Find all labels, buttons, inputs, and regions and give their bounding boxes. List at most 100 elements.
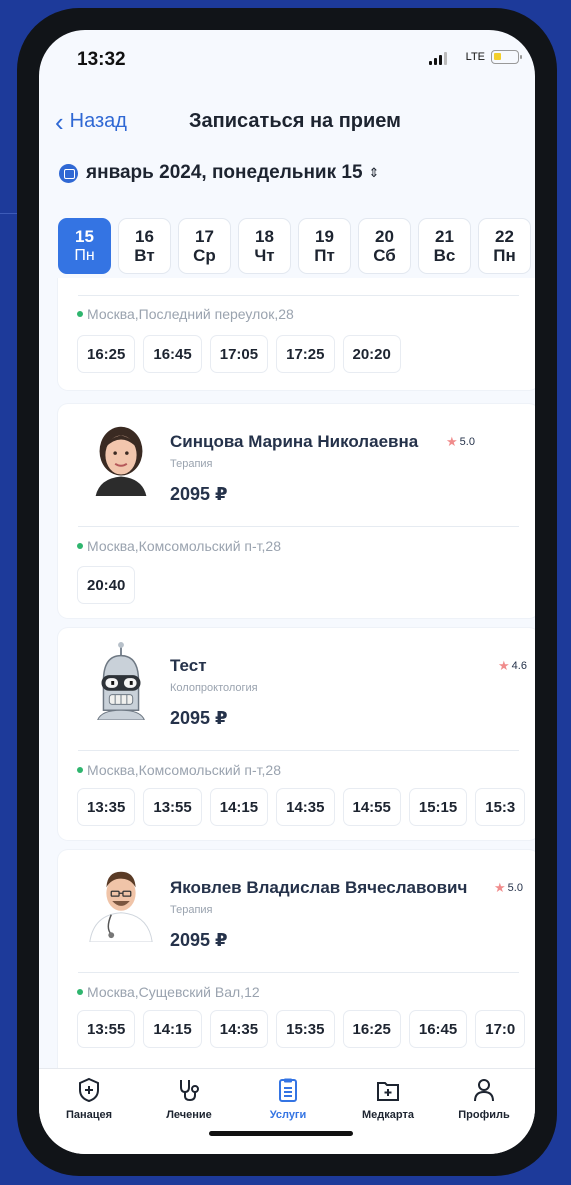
phone-frame: 13:32 LTE ‹ Назад Записаться на прием ян… <box>17 8 557 1176</box>
clinic-address: Москва,Последний переулок,28 <box>77 306 294 322</box>
address-text: Москва,Комсомольский п-т,28 <box>87 538 281 554</box>
home-indicator[interactable] <box>209 1131 353 1136</box>
doctor-avatar <box>97 642 145 720</box>
time-slot-button[interactable]: 17:0 <box>475 1010 526 1048</box>
day-weekday: Пт <box>314 246 335 265</box>
doctor-price: 2095 ₽ <box>170 930 228 950</box>
time-slots: 20:40 <box>77 566 136 604</box>
day-weekday: Сб <box>373 246 396 265</box>
tab-label: Профиль <box>458 1109 510 1121</box>
location-dot-icon <box>77 767 83 773</box>
calendar-icon <box>59 163 78 183</box>
doctor-price: 2095 ₽ <box>170 708 228 728</box>
time-slot-button[interactable]: 16:25 <box>77 335 136 373</box>
day-chip-18[interactable]: 18 Чт <box>238 218 291 274</box>
doctor-specialty: Терапия <box>170 458 213 470</box>
battery-icon <box>491 50 522 64</box>
card-divider <box>78 526 519 527</box>
time-slot-button[interactable]: 20:20 <box>342 335 401 373</box>
doctor-avatar <box>95 426 147 496</box>
day-number: 20 <box>375 227 394 246</box>
time-slot-button[interactable]: 14:35 <box>209 1010 269 1048</box>
time-slot-button[interactable]: 20:40 <box>77 566 136 604</box>
time-slot-button[interactable]: 14:55 <box>342 788 401 826</box>
network-label: LTE <box>465 51 485 63</box>
time-slot-button[interactable]: 17:25 <box>276 335 335 373</box>
day-chip-17[interactable]: 17 Ср <box>178 218 231 274</box>
signal-icon <box>429 52 447 65</box>
day-number: 16 <box>135 227 154 246</box>
day-chip-15[interactable]: 15 Пн <box>58 218 111 274</box>
star-icon: ★ <box>446 434 458 449</box>
app-screen: 13:32 LTE ‹ Назад Записаться на прием ян… <box>39 30 535 1154</box>
tab-panaceya[interactable]: Панацея <box>44 1077 134 1121</box>
chevron-left-icon: ‹ <box>55 106 64 137</box>
day-chip-21[interactable]: 21 Вс <box>418 218 471 274</box>
time-slot-button[interactable]: 16:25 <box>342 1010 401 1048</box>
day-number: 21 <box>435 227 454 246</box>
location-dot-icon <box>77 543 83 549</box>
doctor-card[interactable]: Яковлев Владислав Вячеславович ★ 5.0 Тер… <box>58 850 535 1078</box>
address-text: Москва,Сущевский Вал,12 <box>87 984 260 1000</box>
time-slot-button[interactable]: 13:35 <box>77 788 136 826</box>
doctor-avatar <box>89 871 153 942</box>
doctor-card[interactable]: Синцова Марина Николаевна ★ 5.0 Терапия … <box>58 404 535 618</box>
day-strip: 15 Пн 16 Вт 17 Ср 18 Чт 19 Пт 20 Сб 21 Вс 22 Пн <box>58 218 531 274</box>
time-slot-button[interactable]: 15:3 <box>475 788 526 826</box>
time-slot-button[interactable]: 17:05 <box>209 335 269 373</box>
clipboard-list-icon <box>279 1078 297 1102</box>
doctor-specialty: Колопроктология <box>170 682 258 694</box>
time-slot-button[interactable]: 16:45 <box>408 1010 468 1048</box>
tab-lechenie[interactable]: Лечение <box>144 1077 234 1121</box>
time-slot-button[interactable]: 14:15 <box>209 788 269 826</box>
time-slot-button[interactable]: 13:55 <box>143 788 202 826</box>
doctor-specialty: Терапия <box>170 904 213 916</box>
rating-value: 5.0 <box>507 882 523 894</box>
star-icon: ★ <box>498 658 510 673</box>
date-selector[interactable]: январь 2024, понедельник 15 ⇕ <box>59 162 379 184</box>
address-text: Москва,Последний переулок,28 <box>87 306 294 322</box>
time-slots: 13:35 13:55 14:15 14:35 14:55 15:15 15:3 <box>77 788 526 826</box>
day-chip-20[interactable]: 20 Сб <box>358 218 411 274</box>
location-dot-icon <box>77 989 83 995</box>
day-number: 22 <box>495 227 514 246</box>
day-weekday: Чт <box>254 246 275 265</box>
clinic-address: Москва,Комсомольский п-т,28 <box>77 762 281 778</box>
clinic-address: Москва,Комсомольский п-т,28 <box>77 538 281 554</box>
doctor-name: Яковлев Владислав Вячеславович <box>170 878 468 897</box>
day-weekday: Ср <box>193 246 216 265</box>
nav-bar: ‹ Назад Записаться на прием <box>39 102 535 142</box>
back-label: Назад <box>69 110 127 132</box>
time-slot-button[interactable]: 14:15 <box>143 1010 202 1048</box>
time-slot-button[interactable]: 15:35 <box>276 1010 335 1048</box>
tab-label: Лечение <box>166 1109 212 1121</box>
time-slot-button[interactable]: 13:55 <box>77 1010 136 1048</box>
doctor-card[interactable]: Москва,Последний переулок,28 16:25 16:45… <box>58 278 535 390</box>
tab-profile[interactable]: Профиль <box>439 1077 529 1121</box>
tab-medkarta[interactable]: Медкарта <box>343 1077 433 1121</box>
card-divider <box>78 972 519 973</box>
time-slot-button[interactable]: 15:15 <box>408 788 468 826</box>
tab-label: Услуги <box>269 1109 307 1121</box>
back-button[interactable]: ‹ Назад <box>55 106 127 137</box>
time-slot-button[interactable]: 14:35 <box>276 788 335 826</box>
doctor-rating: ★ 5.0 <box>446 434 475 450</box>
day-chip-19[interactable]: 19 Пт <box>298 218 351 274</box>
doctor-list[interactable]: Москва,Последний переулок,28 16:25 16:45… <box>55 278 535 1078</box>
rating-value: 5.0 <box>459 436 475 448</box>
stethoscope-icon <box>180 1080 199 1102</box>
tab-label: Панацея <box>65 1109 113 1121</box>
doctor-card[interactable]: Тест ★ 4.6 Колопроктология 2095 ₽ Москва… <box>58 628 535 840</box>
doctor-name: Тест <box>170 656 207 675</box>
doctor-rating: ★ 4.6 <box>498 658 527 674</box>
day-chip-22[interactable]: 22 Пн <box>478 218 531 274</box>
rating-value: 4.6 <box>511 660 527 672</box>
tab-uslugi[interactable]: Услуги <box>243 1077 333 1121</box>
day-weekday: Вт <box>134 246 155 265</box>
time-slot-button[interactable]: 16:45 <box>143 335 202 373</box>
medical-folder-icon <box>377 1082 399 1101</box>
star-icon: ★ <box>494 880 506 895</box>
day-chip-16[interactable]: 16 Вт <box>118 218 171 274</box>
day-number: 17 <box>195 227 214 246</box>
person-icon <box>474 1079 494 1102</box>
